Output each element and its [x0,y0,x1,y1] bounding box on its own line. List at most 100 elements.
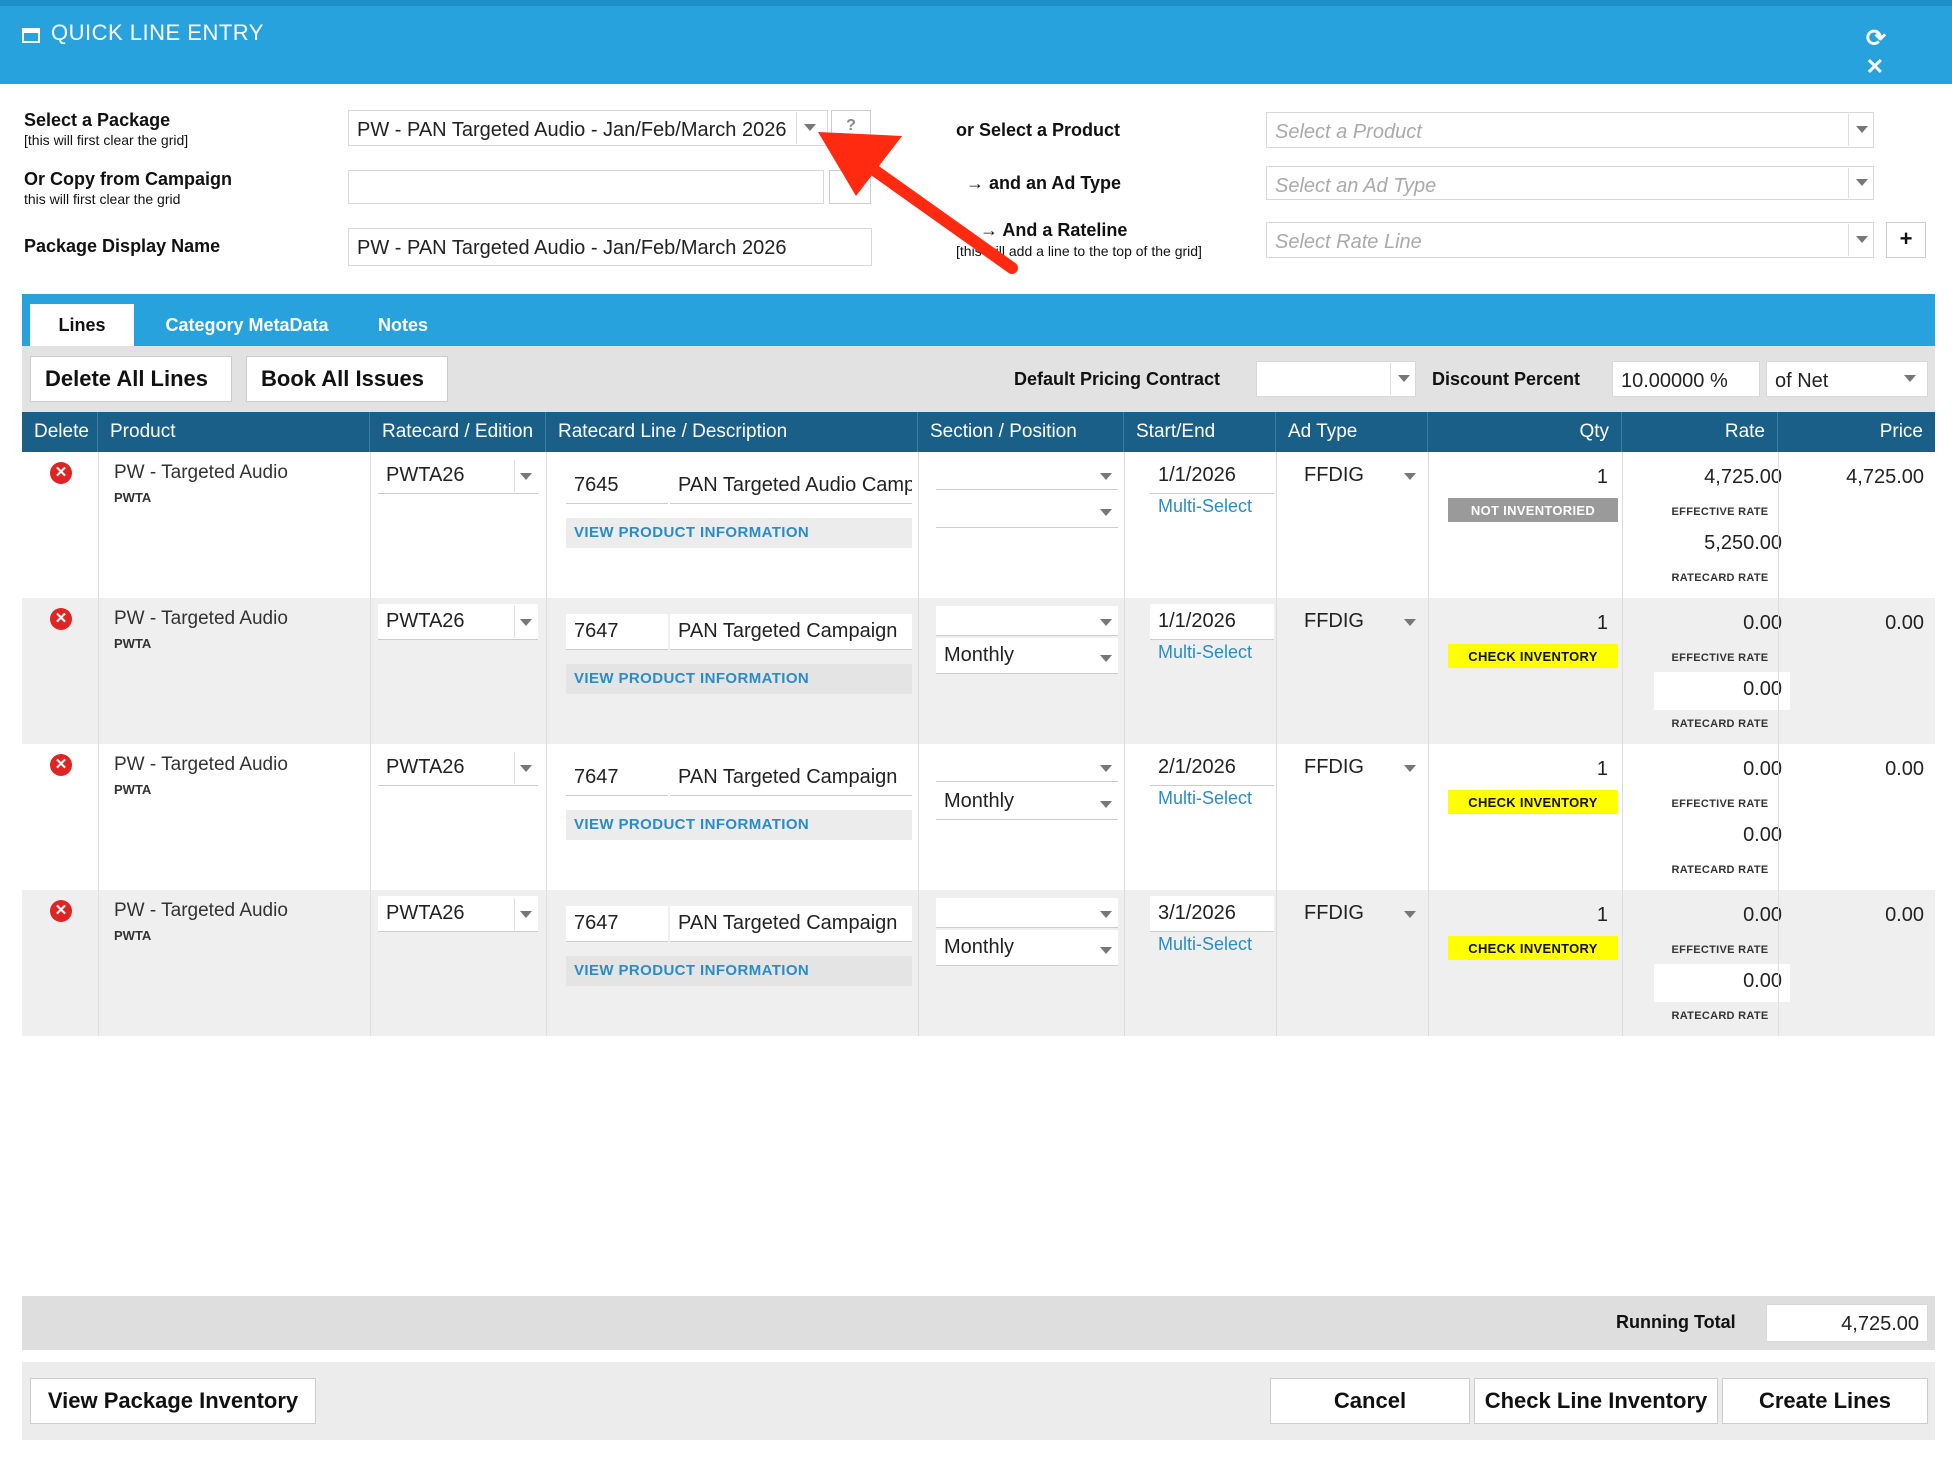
chevron-down-icon[interactable] [520,619,532,626]
chevron-down-icon[interactable] [1398,375,1410,382]
start-date-input[interactable]: 2/1/2026 [1150,750,1274,786]
add-rateline-button[interactable]: + [1886,222,1926,258]
select-package-dropdown[interactable]: PW - PAN Targeted Audio - Jan/Feb/March … [348,110,828,146]
dropdown-separator [514,752,515,784]
ratecard-line-description[interactable]: PAN Targeted Audio Campaign [670,468,912,504]
section-dropdown[interactable] [936,898,1118,928]
book-all-issues-button[interactable]: Book All Issues [246,356,448,402]
ratecard-rate-value[interactable]: 0.00 [1654,964,1790,1002]
chevron-down-icon[interactable] [1100,801,1112,808]
ratecard-line-id[interactable]: 7647 [566,760,668,796]
column-divider [1622,452,1623,1036]
delete-row-icon[interactable]: ✕ [50,462,72,484]
delete-row-icon[interactable]: ✕ [50,754,72,776]
chevron-down-icon[interactable] [804,124,816,131]
qty-value[interactable]: 1 [1458,612,1608,635]
ratecard-rate-value[interactable]: 0.00 [1654,672,1790,710]
price-value: 0.00 [1885,758,1924,780]
rateline-dropdown[interactable]: Select Rate Line [1266,222,1874,258]
copy-campaign-label: Or Copy from Campaign [24,169,233,189]
view-product-information-link[interactable]: VIEW PRODUCT INFORMATION [566,664,912,694]
multi-select-link[interactable]: Multi-Select [1158,642,1252,663]
copy-campaign-input[interactable] [348,170,824,204]
chevron-down-icon[interactable] [1856,179,1868,186]
chevron-down-icon[interactable] [1404,911,1416,918]
chevron-down-icon[interactable] [1100,509,1112,516]
refresh-icon[interactable]: ⟳ [1866,24,1886,53]
section-dropdown[interactable] [936,752,1118,782]
effective-rate-value[interactable]: 4,725.00 [1654,466,1782,489]
close-icon[interactable]: ✕ [1866,54,1884,80]
delete-all-lines-button[interactable]: Delete All Lines [30,356,232,402]
chevron-down-icon[interactable] [1856,236,1868,243]
delete-row-icon[interactable]: ✕ [50,608,72,630]
section-dropdown[interactable] [936,606,1118,636]
position-dropdown[interactable]: Monthly [936,638,1118,674]
position-dropdown[interactable] [936,492,1118,528]
table-row: ✕ PW - Targeted Audio PWTA PWTA26 7647 P… [22,744,1935,890]
chevron-down-icon[interactable] [1100,655,1112,662]
chevron-down-icon[interactable] [1904,375,1916,382]
view-product-information-link[interactable]: VIEW PRODUCT INFORMATION [566,810,912,840]
qty-value[interactable]: 1 [1458,758,1608,781]
edition-value: PWTA26 [386,902,465,924]
ad-type-dropdown[interactable]: Select an Ad Type [1266,166,1874,200]
start-date-input[interactable]: 1/1/2026 [1150,604,1274,640]
section-dropdown[interactable] [936,460,1118,490]
create-lines-button[interactable]: Create Lines [1722,1378,1928,1424]
chevron-down-icon[interactable] [1100,619,1112,626]
discount-percent-input[interactable]: 10.00000 % [1612,361,1760,397]
multi-select-link[interactable]: Multi-Select [1158,934,1252,955]
ratecard-rate-value[interactable]: 0.00 [1654,818,1790,856]
chevron-down-icon[interactable] [520,765,532,772]
tab-category-metadata[interactable]: Category MetaData [152,304,342,346]
ratecard-line-id[interactable]: 7647 [566,614,668,650]
multi-select-link[interactable]: Multi-Select [1158,496,1252,517]
package-help-button[interactable]: ? [831,110,871,146]
effective-rate-value[interactable]: 0.00 [1654,758,1782,781]
effective-rate-value[interactable]: 0.00 [1654,612,1782,635]
product-name: PW - Targeted Audio [114,608,288,629]
multi-select-link[interactable]: Multi-Select [1158,788,1252,809]
qty-value[interactable]: 1 [1458,466,1608,489]
view-product-information-link[interactable]: VIEW PRODUCT INFORMATION [566,956,912,986]
tab-notes[interactable]: Notes [358,304,448,346]
cancel-button[interactable]: Cancel [1270,1378,1470,1424]
select-product-dropdown[interactable]: Select a Product [1266,112,1874,148]
effective-rate-label: EFFECTIVE RATE [1671,944,1769,956]
tab-lines[interactable]: Lines [30,304,134,346]
display-name-input[interactable]: PW - PAN Targeted Audio - Jan/Feb/March … [348,228,872,266]
position-dropdown[interactable]: Monthly [936,784,1118,820]
qty-value[interactable]: 1 [1458,904,1608,927]
chevron-down-icon[interactable] [1100,911,1112,918]
effective-rate-value[interactable]: 0.00 [1654,904,1782,927]
ratecard-line-description[interactable]: PAN Targeted Campaign [670,760,912,796]
ratecard-line-id[interactable]: 7647 [566,906,668,942]
view-product-information-link[interactable]: VIEW PRODUCT INFORMATION [566,518,912,548]
chevron-down-icon[interactable] [1100,765,1112,772]
delete-row-icon[interactable]: ✕ [50,900,72,922]
ratecard-line-description[interactable]: PAN Targeted Campaign [670,906,912,942]
check-line-inventory-button[interactable]: Check Line Inventory [1474,1378,1718,1424]
price-value: 0.00 [1885,612,1924,634]
copy-campaign-button[interactable] [829,170,871,204]
view-package-inventory-button[interactable]: View Package Inventory [30,1378,316,1424]
start-date-input[interactable]: 1/1/2026 [1150,458,1274,494]
ratecard-rate-value[interactable]: 5,250.00 [1654,526,1790,564]
effective-rate-label: EFFECTIVE RATE [1671,506,1769,518]
chevron-down-icon[interactable] [1404,619,1416,626]
running-total-label: Running Total [1616,1312,1736,1332]
position-dropdown[interactable]: Monthly [936,930,1118,966]
chevron-down-icon[interactable] [520,911,532,918]
chevron-down-icon[interactable] [520,473,532,480]
display-name-label: Package Display Name [24,236,221,256]
ratecard-line-description[interactable]: PAN Targeted Campaign [670,614,912,650]
chevron-down-icon[interactable] [1100,947,1112,954]
chevron-down-icon[interactable] [1100,473,1112,480]
start-date-input[interactable]: 3/1/2026 [1150,896,1274,932]
pricing-contract-dropdown[interactable] [1256,361,1416,397]
chevron-down-icon[interactable] [1404,473,1416,480]
chevron-down-icon[interactable] [1404,765,1416,772]
chevron-down-icon[interactable] [1856,126,1868,133]
ratecard-line-id[interactable]: 7645 [566,468,668,504]
